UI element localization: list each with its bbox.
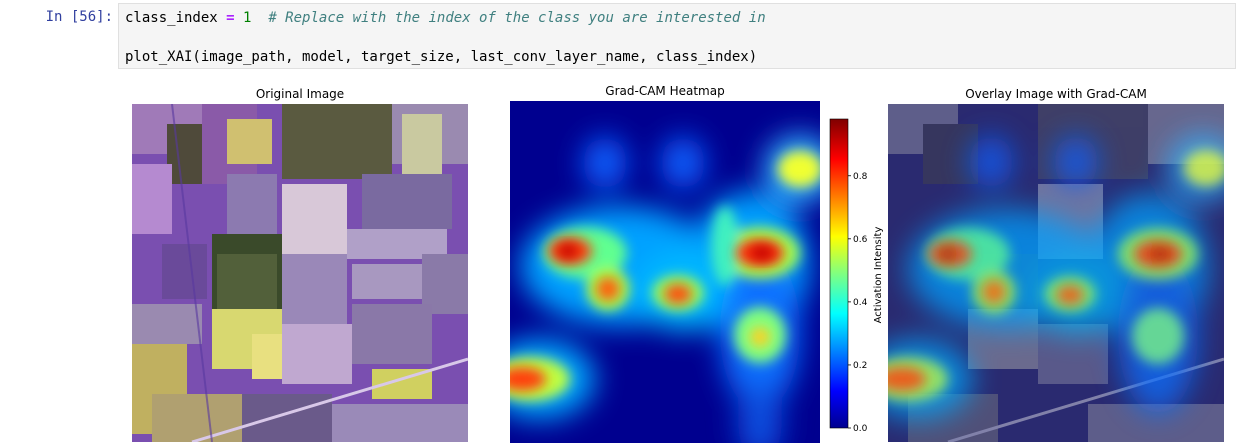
colorbar-tick-label: 0.6: [853, 235, 868, 245]
code-cell-input[interactable]: class_index = 1 # Replace with the index…: [118, 3, 1236, 69]
code-variable: class_index: [125, 10, 218, 26]
cell-prompt: In [56]:: [45, 9, 113, 25]
colorbar-label: Activation Intensity: [873, 227, 884, 324]
original-image-title: Original Image: [255, 87, 345, 101]
overlay-image-title: Overlay Image with Grad-CAM: [965, 87, 1147, 101]
colorbar: 0.0 0.2 0.4 0.6 0.8 Activation Intensity: [826, 115, 886, 435]
code-operator: =: [226, 10, 235, 26]
overlay-image: [888, 104, 1224, 442]
colorbar-tick-label: 0.8: [853, 172, 868, 182]
colorbar-tick-label: 0.4: [853, 298, 868, 308]
gradcam-heatmap: [510, 101, 820, 443]
code-number: 1: [243, 10, 252, 26]
colorbar-tick-label: 0.0: [853, 424, 868, 434]
code-line-1: class_index = 1 # Replace with the index…: [125, 10, 766, 26]
original-image: [132, 104, 468, 442]
colorbar-gradient: [829, 118, 849, 429]
code-line-2: plot_XAI(image_path, model, target_size,…: [125, 49, 758, 65]
heatmap-title: Grad-CAM Heatmap: [605, 84, 725, 98]
code-comment: # Replace with the index of the class yo…: [268, 10, 766, 26]
colorbar-tick-label: 0.2: [853, 361, 867, 371]
